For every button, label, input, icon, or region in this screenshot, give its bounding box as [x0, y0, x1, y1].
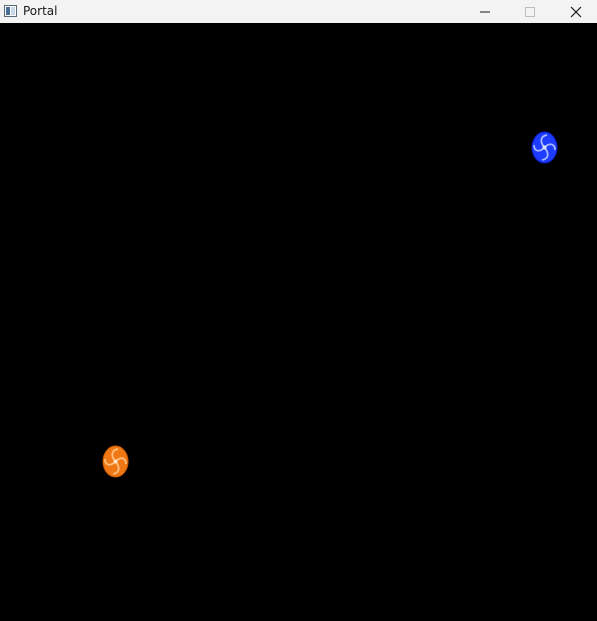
orange-portal [102, 445, 129, 478]
maximize-icon [525, 6, 535, 17]
close-button[interactable] [553, 0, 597, 23]
window-title: Portal [23, 4, 58, 18]
title-bar[interactable]: Portal [0, 0, 597, 23]
portal-window: Portal [0, 0, 597, 621]
blue-portal [531, 131, 558, 164]
app-icon [4, 5, 17, 17]
minimize-icon [480, 11, 490, 12]
minimize-button[interactable] [462, 0, 508, 23]
close-icon [570, 6, 582, 17]
game-canvas[interactable] [0, 23, 597, 621]
maximize-button[interactable] [507, 0, 553, 23]
